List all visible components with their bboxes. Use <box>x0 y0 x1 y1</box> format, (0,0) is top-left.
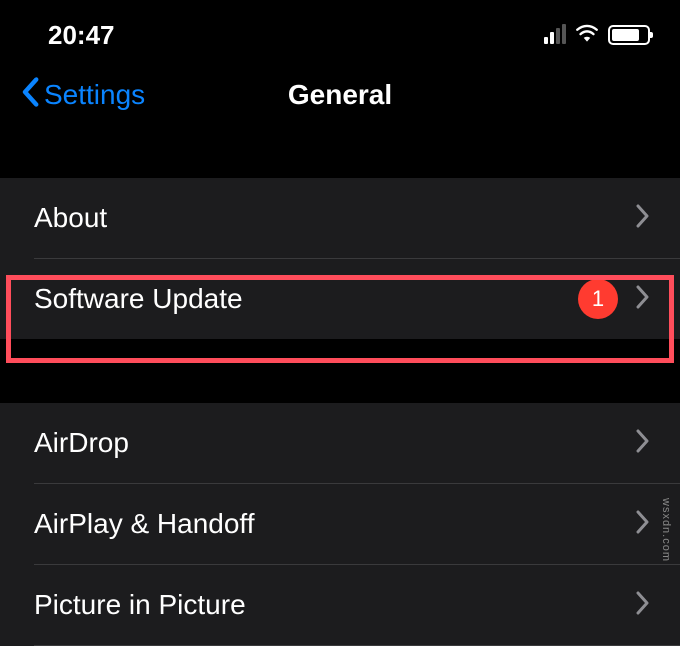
navigation-bar: Settings General <box>0 60 680 130</box>
row-about[interactable]: About <box>0 178 680 258</box>
row-picture-in-picture[interactable]: Picture in Picture <box>0 565 680 645</box>
chevron-right-icon <box>636 204 650 233</box>
row-label: AirDrop <box>34 427 129 459</box>
cellular-signal-icon <box>544 26 566 44</box>
status-time: 20:47 <box>48 20 115 51</box>
section-spacer <box>0 339 680 403</box>
settings-group-1: About Software Update 1 <box>0 178 680 339</box>
settings-group-2: AirDrop AirPlay & Handoff Picture in Pic… <box>0 403 680 646</box>
chevron-right-icon <box>636 285 650 314</box>
row-label: About <box>34 202 107 234</box>
row-label: Picture in Picture <box>34 589 246 621</box>
row-label: Software Update <box>34 283 243 315</box>
row-software-update[interactable]: Software Update 1 <box>0 259 680 339</box>
section-spacer <box>0 130 680 178</box>
page-title: General <box>288 79 392 111</box>
back-button[interactable]: Settings <box>20 77 145 114</box>
chevron-right-icon <box>636 429 650 458</box>
wifi-icon <box>574 23 600 48</box>
watermark: wsxdn.com <box>660 498 672 562</box>
back-label: Settings <box>44 79 145 111</box>
status-icons <box>544 23 650 48</box>
row-airplay-handoff[interactable]: AirPlay & Handoff <box>0 484 680 564</box>
chevron-right-icon <box>636 591 650 620</box>
row-label: AirPlay & Handoff <box>34 508 255 540</box>
notification-badge: 1 <box>578 279 618 319</box>
chevron-right-icon <box>636 510 650 539</box>
battery-icon <box>608 25 650 45</box>
chevron-left-icon <box>20 77 40 114</box>
status-bar: 20:47 <box>0 0 680 60</box>
row-airdrop[interactable]: AirDrop <box>0 403 680 483</box>
